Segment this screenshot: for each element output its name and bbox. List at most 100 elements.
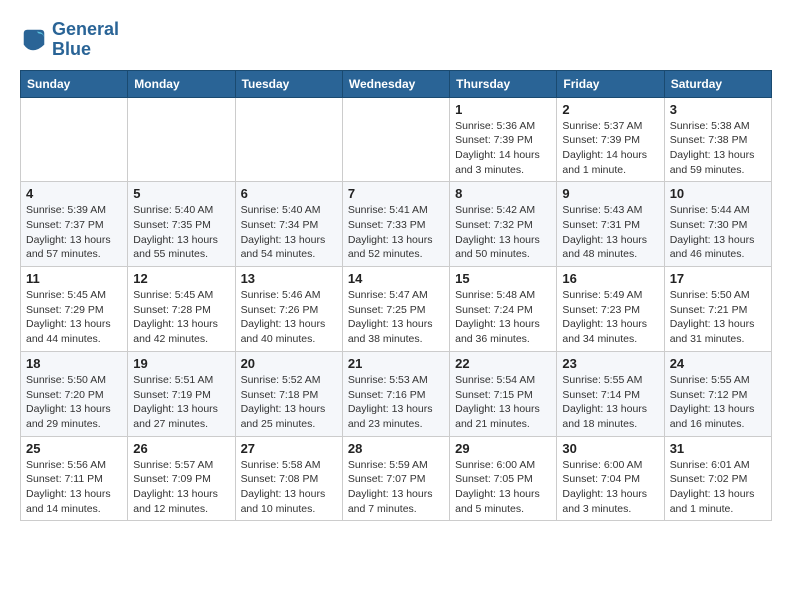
weekday-header-wednesday: Wednesday — [342, 70, 449, 97]
calendar-table: SundayMondayTuesdayWednesdayThursdayFrid… — [20, 70, 772, 522]
calendar-cell: 11 Sunrise: 5:45 AM Sunset: 7:29 PM Dayli… — [21, 267, 128, 352]
day-number: 25 — [26, 441, 122, 456]
day-number: 14 — [348, 271, 444, 286]
day-info: Sunrise: 5:40 AM Sunset: 7:35 PM Dayligh… — [133, 204, 218, 260]
calendar-cell: 27 Sunrise: 5:58 AM Sunset: 7:08 PM Dayli… — [235, 436, 342, 521]
day-number: 23 — [562, 356, 658, 371]
weekday-header-thursday: Thursday — [450, 70, 557, 97]
day-info: Sunrise: 5:56 AM Sunset: 7:11 PM Dayligh… — [26, 459, 111, 515]
week-row-1: 1 Sunrise: 5:36 AM Sunset: 7:39 PM Daylig… — [21, 97, 772, 182]
day-info: Sunrise: 5:38 AM Sunset: 7:38 PM Dayligh… — [670, 120, 755, 176]
day-info: Sunrise: 5:44 AM Sunset: 7:30 PM Dayligh… — [670, 204, 755, 260]
day-number: 5 — [133, 186, 229, 201]
calendar-cell: 25 Sunrise: 5:56 AM Sunset: 7:11 PM Dayli… — [21, 436, 128, 521]
week-row-3: 11 Sunrise: 5:45 AM Sunset: 7:29 PM Dayli… — [21, 267, 772, 352]
day-number: 20 — [241, 356, 337, 371]
logo: General Blue — [20, 20, 119, 60]
calendar-cell: 28 Sunrise: 5:59 AM Sunset: 7:07 PM Dayli… — [342, 436, 449, 521]
weekday-header-saturday: Saturday — [664, 70, 771, 97]
calendar-cell: 17 Sunrise: 5:50 AM Sunset: 7:21 PM Dayli… — [664, 267, 771, 352]
logo-icon — [20, 26, 48, 54]
day-info: Sunrise: 5:45 AM Sunset: 7:29 PM Dayligh… — [26, 289, 111, 345]
weekday-header-tuesday: Tuesday — [235, 70, 342, 97]
day-info: Sunrise: 5:50 AM Sunset: 7:21 PM Dayligh… — [670, 289, 755, 345]
day-number: 6 — [241, 186, 337, 201]
calendar-cell — [235, 97, 342, 182]
day-number: 11 — [26, 271, 122, 286]
calendar-cell: 2 Sunrise: 5:37 AM Sunset: 7:39 PM Daylig… — [557, 97, 664, 182]
day-info: Sunrise: 5:48 AM Sunset: 7:24 PM Dayligh… — [455, 289, 540, 345]
calendar-cell: 10 Sunrise: 5:44 AM Sunset: 7:30 PM Dayli… — [664, 182, 771, 267]
day-info: Sunrise: 5:53 AM Sunset: 7:16 PM Dayligh… — [348, 374, 433, 430]
day-info: Sunrise: 5:45 AM Sunset: 7:28 PM Dayligh… — [133, 289, 218, 345]
weekday-header-row: SundayMondayTuesdayWednesdayThursdayFrid… — [21, 70, 772, 97]
weekday-header-monday: Monday — [128, 70, 235, 97]
calendar-cell: 19 Sunrise: 5:51 AM Sunset: 7:19 PM Dayli… — [128, 351, 235, 436]
day-number: 28 — [348, 441, 444, 456]
calendar-cell: 15 Sunrise: 5:48 AM Sunset: 7:24 PM Dayli… — [450, 267, 557, 352]
day-info: Sunrise: 5:58 AM Sunset: 7:08 PM Dayligh… — [241, 459, 326, 515]
day-number: 12 — [133, 271, 229, 286]
calendar-cell: 9 Sunrise: 5:43 AM Sunset: 7:31 PM Daylig… — [557, 182, 664, 267]
calendar-cell: 12 Sunrise: 5:45 AM Sunset: 7:28 PM Dayli… — [128, 267, 235, 352]
day-info: Sunrise: 5:59 AM Sunset: 7:07 PM Dayligh… — [348, 459, 433, 515]
day-number: 24 — [670, 356, 766, 371]
calendar-cell: 4Sunrise: 5:39 AM Sunset: 7:37 PM Daylig… — [21, 182, 128, 267]
day-number: 21 — [348, 356, 444, 371]
calendar-cell: 18 Sunrise: 5:50 AM Sunset: 7:20 PM Dayli… — [21, 351, 128, 436]
day-info: Sunrise: 5:50 AM Sunset: 7:20 PM Dayligh… — [26, 374, 111, 430]
calendar-cell: 5 Sunrise: 5:40 AM Sunset: 7:35 PM Daylig… — [128, 182, 235, 267]
day-info: Sunrise: 6:00 AM Sunset: 7:05 PM Dayligh… — [455, 459, 540, 515]
day-info: Sunrise: 6:01 AM Sunset: 7:02 PM Dayligh… — [670, 459, 755, 515]
day-number: 19 — [133, 356, 229, 371]
day-info: Sunrise: 5:57 AM Sunset: 7:09 PM Dayligh… — [133, 459, 218, 515]
day-number: 18 — [26, 356, 122, 371]
week-row-4: 18 Sunrise: 5:50 AM Sunset: 7:20 PM Dayli… — [21, 351, 772, 436]
calendar-cell: 1 Sunrise: 5:36 AM Sunset: 7:39 PM Daylig… — [450, 97, 557, 182]
week-row-5: 25 Sunrise: 5:56 AM Sunset: 7:11 PM Dayli… — [21, 436, 772, 521]
day-number: 3 — [670, 102, 766, 117]
page-header: General Blue — [20, 20, 772, 60]
calendar-cell: 30 Sunrise: 6:00 AM Sunset: 7:04 PM Dayli… — [557, 436, 664, 521]
day-number: 29 — [455, 441, 551, 456]
week-row-2: 4Sunrise: 5:39 AM Sunset: 7:37 PM Daylig… — [21, 182, 772, 267]
day-info: Sunrise: 5:47 AM Sunset: 7:25 PM Dayligh… — [348, 289, 433, 345]
day-info: Sunrise: 5:40 AM Sunset: 7:34 PM Dayligh… — [241, 204, 326, 260]
day-info: Sunrise: 5:36 AM Sunset: 7:39 PM Dayligh… — [455, 120, 540, 176]
calendar-cell: 8Sunrise: 5:42 AM Sunset: 7:32 PM Daylig… — [450, 182, 557, 267]
calendar-cell: 24 Sunrise: 5:55 AM Sunset: 7:12 PM Dayli… — [664, 351, 771, 436]
day-info: Sunrise: 5:52 AM Sunset: 7:18 PM Dayligh… — [241, 374, 326, 430]
weekday-header-friday: Friday — [557, 70, 664, 97]
day-number: 26 — [133, 441, 229, 456]
day-number: 17 — [670, 271, 766, 286]
calendar-cell: 3 Sunrise: 5:38 AM Sunset: 7:38 PM Daylig… — [664, 97, 771, 182]
day-number: 2 — [562, 102, 658, 117]
calendar-cell: 20 Sunrise: 5:52 AM Sunset: 7:18 PM Dayli… — [235, 351, 342, 436]
day-info: Sunrise: 6:00 AM Sunset: 7:04 PM Dayligh… — [562, 459, 647, 515]
day-info: Sunrise: 5:55 AM Sunset: 7:12 PM Dayligh… — [670, 374, 755, 430]
day-number: 27 — [241, 441, 337, 456]
day-info: Sunrise: 5:54 AM Sunset: 7:15 PM Dayligh… — [455, 374, 540, 430]
day-number: 16 — [562, 271, 658, 286]
day-number: 8 — [455, 186, 551, 201]
calendar-cell: 14 Sunrise: 5:47 AM Sunset: 7:25 PM Dayli… — [342, 267, 449, 352]
weekday-header-sunday: Sunday — [21, 70, 128, 97]
day-number: 15 — [455, 271, 551, 286]
calendar-cell: 26 Sunrise: 5:57 AM Sunset: 7:09 PM Dayli… — [128, 436, 235, 521]
day-info: Sunrise: 5:41 AM Sunset: 7:33 PM Dayligh… — [348, 204, 433, 260]
day-number: 4 — [26, 186, 122, 201]
day-number: 30 — [562, 441, 658, 456]
day-number: 1 — [455, 102, 551, 117]
day-info: Sunrise: 5:49 AM Sunset: 7:23 PM Dayligh… — [562, 289, 647, 345]
calendar-cell: 6 Sunrise: 5:40 AM Sunset: 7:34 PM Daylig… — [235, 182, 342, 267]
day-info: Sunrise: 5:43 AM Sunset: 7:31 PM Dayligh… — [562, 204, 647, 260]
day-number: 9 — [562, 186, 658, 201]
calendar-cell: 16 Sunrise: 5:49 AM Sunset: 7:23 PM Dayli… — [557, 267, 664, 352]
day-info: Sunrise: 5:51 AM Sunset: 7:19 PM Dayligh… — [133, 374, 218, 430]
calendar-cell: 13Sunrise: 5:46 AM Sunset: 7:26 PM Dayli… — [235, 267, 342, 352]
calendar-cell: 7Sunrise: 5:41 AM Sunset: 7:33 PM Daylig… — [342, 182, 449, 267]
logo-text: General Blue — [52, 20, 119, 60]
day-info: Sunrise: 5:37 AM Sunset: 7:39 PM Dayligh… — [562, 120, 647, 176]
day-number: 10 — [670, 186, 766, 201]
calendar-cell: 23Sunrise: 5:55 AM Sunset: 7:14 PM Dayli… — [557, 351, 664, 436]
